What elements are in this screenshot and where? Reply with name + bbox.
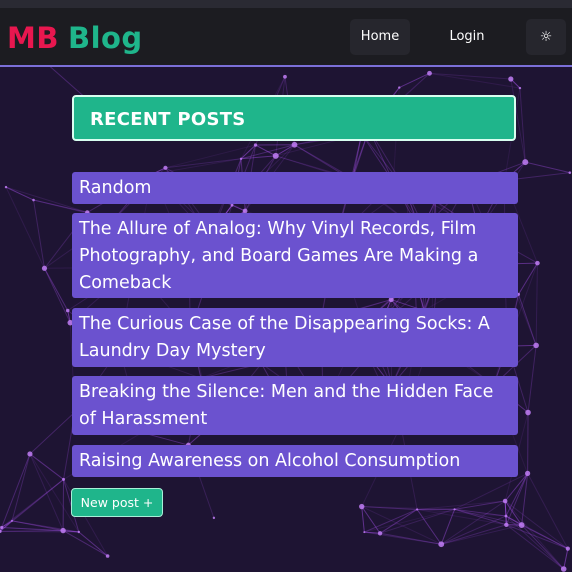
nav-home-button[interactable]: Home [350,19,410,55]
new-post-button[interactable]: New post + [71,488,163,517]
sun-icon: ☼ [539,29,553,45]
post-item-allure-of-analog[interactable]: The Allure of Analog: Why Vinyl Records,… [72,213,518,298]
post-item-alcohol-awareness[interactable]: Raising Awareness on Alcohol Consumption [72,445,518,477]
navbar: MB Blog Home Login ☼ [0,8,572,67]
logo-primary-text: MB [7,21,59,55]
theme-toggle-button[interactable]: ☼ [526,19,566,55]
window-top-edge [0,0,572,8]
logo-secondary-text: Blog [67,21,143,55]
post-item-random[interactable]: Random [72,172,518,204]
nav-login-button[interactable]: Login [427,19,507,55]
recent-posts-header: RECENT POSTS [72,95,516,141]
post-item-disappearing-socks[interactable]: The Curious Case of the Disappearing Soc… [72,308,518,367]
recent-posts-title: RECENT POSTS [90,109,246,130]
site-logo[interactable]: MB Blog [7,21,143,55]
post-item-breaking-the-silence[interactable]: Breaking the Silence: Men and the Hidden… [72,376,518,435]
